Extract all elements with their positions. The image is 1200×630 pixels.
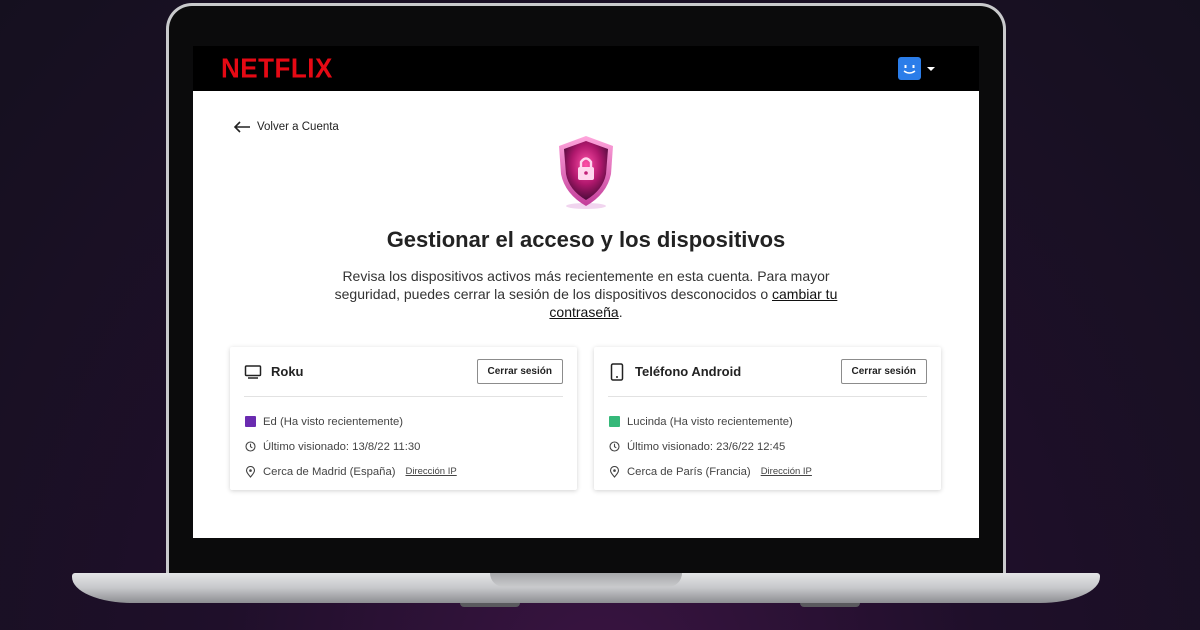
clock-icon bbox=[245, 441, 256, 452]
laptop-foot bbox=[460, 603, 520, 607]
ip-address-link[interactable]: Dirección IP bbox=[761, 466, 812, 477]
description-end: . bbox=[618, 304, 623, 320]
laptop-foot bbox=[800, 603, 860, 607]
profile-menu[interactable] bbox=[898, 57, 935, 80]
location-pin-icon bbox=[609, 465, 620, 478]
profile-avatar-icon bbox=[245, 416, 256, 427]
profile-name: Ed (Ha visto recientemente) bbox=[263, 415, 404, 428]
ip-address-link[interactable]: Dirección IP bbox=[406, 466, 457, 477]
page-title: Gestionar el acceso y los dispositivos bbox=[386, 227, 786, 252]
device-name-group: Roku bbox=[244, 364, 304, 379]
device-details: Lucinda (Ha visto recientemente) Último … bbox=[609, 409, 812, 484]
last-viewed-text: Último visionado: 23/6/22 12:45 bbox=[627, 440, 786, 453]
location-row: Cerca de París (Francia) Dirección IP bbox=[609, 459, 812, 484]
profile-name: Lucinda (Ha visto recientemente) bbox=[627, 415, 793, 428]
device-card: Roku Cerrar sesión Ed (Ha visto reciente… bbox=[230, 347, 577, 490]
device-card: Teléfono Android Cerrar sesión Lucinda (… bbox=[594, 347, 941, 490]
laptop-notch bbox=[490, 573, 682, 587]
last-viewed-row: Último visionado: 13/8/22 11:30 bbox=[245, 434, 457, 459]
location-text: Cerca de París (Francia) bbox=[627, 465, 751, 478]
arrow-left-icon bbox=[233, 121, 250, 133]
shield-lock-icon bbox=[555, 134, 617, 217]
last-viewed-row: Último visionado: 23/6/22 12:45 bbox=[609, 434, 812, 459]
phone-icon bbox=[610, 362, 624, 381]
tv-icon bbox=[244, 364, 262, 379]
device-name: Roku bbox=[271, 364, 304, 379]
device-name-group: Teléfono Android bbox=[608, 362, 742, 381]
description-text: Revisa los dispositivos activos más reci… bbox=[334, 268, 830, 302]
profile-row: Ed (Ha visto recientemente) bbox=[245, 409, 457, 434]
device-card-header: Teléfono Android Cerrar sesión bbox=[608, 347, 927, 397]
back-to-account-link[interactable]: Volver a Cuenta bbox=[233, 121, 339, 133]
logout-button[interactable]: Cerrar sesión bbox=[840, 359, 927, 384]
location-row: Cerca de Madrid (España) Dirección IP bbox=[245, 459, 457, 484]
device-name: Teléfono Android bbox=[635, 364, 742, 379]
device-card-header: Roku Cerrar sesión bbox=[244, 347, 563, 397]
logout-button[interactable]: Cerrar sesión bbox=[476, 359, 563, 384]
back-link-label: Volver a Cuenta bbox=[257, 121, 339, 133]
profile-avatar-icon[interactable] bbox=[898, 57, 921, 80]
netflix-header: NETFLIX bbox=[193, 46, 979, 91]
last-viewed-text: Último visionado: 13/8/22 11:30 bbox=[263, 440, 421, 453]
location-text: Cerca de Madrid (España) bbox=[263, 465, 396, 478]
profile-row: Lucinda (Ha visto recientemente) bbox=[609, 409, 812, 434]
netflix-logo[interactable]: NETFLIX bbox=[221, 52, 333, 85]
clock-icon bbox=[609, 441, 620, 452]
location-pin-icon bbox=[245, 465, 256, 478]
browser-screen: NETFLIX Volver a Cuenta Gestionar el acc… bbox=[193, 46, 979, 538]
page-description: Revisa los dispositivos activos más reci… bbox=[311, 267, 861, 321]
device-details: Ed (Ha visto recientemente) Último visio… bbox=[245, 409, 457, 484]
caret-down-icon[interactable] bbox=[927, 66, 935, 71]
profile-avatar-icon bbox=[609, 416, 620, 427]
